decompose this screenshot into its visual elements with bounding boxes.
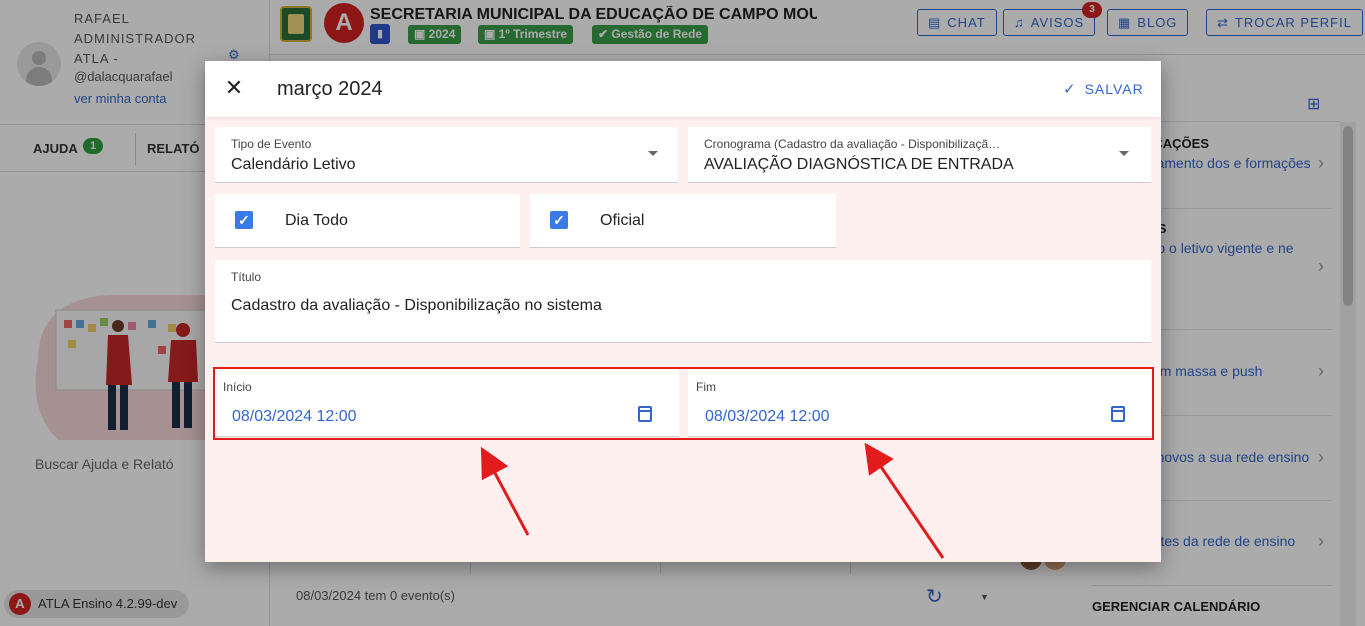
titulo-input[interactable]: Cadastro da avaliação - Disponibilização… — [231, 297, 602, 315]
chevron-down-icon — [648, 151, 658, 156]
cronograma-select[interactable]: Cronograma (Cadastro da avaliação - Disp… — [688, 127, 1151, 183]
dia-todo-checkbox-row[interactable]: ✓ Dia Todo — [215, 194, 520, 248]
titulo-label: Título — [231, 270, 262, 284]
cronograma-value: AVALIAÇÃO DIAGNÓSTICA DE ENTRADA — [704, 156, 1014, 173]
tipo-evento-select[interactable]: Tipo de Evento Calendário Letivo — [215, 127, 678, 183]
oficial-label: Oficial — [600, 212, 645, 229]
dialog-title: março 2024 — [277, 78, 383, 100]
check-icon: ✓ — [1063, 81, 1077, 98]
dia-todo-checkbox[interactable]: ✓ — [235, 211, 253, 229]
tipo-evento-label: Tipo de Evento — [231, 137, 312, 151]
event-dialog: ✕ março 2024 ✓ SALVAR Tipo de Evento Cale… — [205, 61, 1161, 562]
close-icon[interactable]: ✕ — [221, 75, 247, 101]
highlight-box — [213, 367, 1154, 440]
oficial-checkbox-row[interactable]: ✓ Oficial — [530, 194, 836, 248]
titulo-field[interactable]: Título Cadastro da avaliação - Disponibi… — [215, 260, 1151, 343]
chevron-down-icon — [1119, 151, 1129, 156]
save-label: SALVAR — [1084, 81, 1144, 97]
oficial-checkbox[interactable]: ✓ — [550, 211, 568, 229]
tipo-evento-value: Calendário Letivo — [231, 156, 356, 173]
dia-todo-label: Dia Todo — [285, 212, 348, 229]
save-button[interactable]: ✓ SALVAR — [1063, 80, 1144, 98]
cronograma-label: Cronograma (Cadastro da avaliação - Disp… — [704, 137, 1001, 151]
dialog-header: ✕ março 2024 ✓ SALVAR — [205, 61, 1161, 117]
